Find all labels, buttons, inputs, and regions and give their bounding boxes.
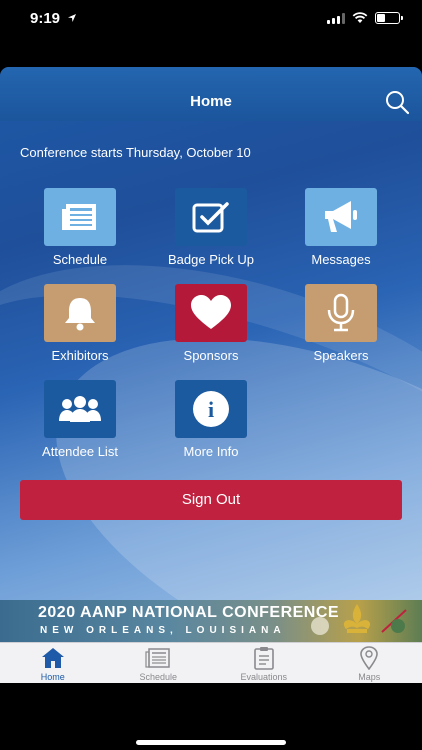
status-time: 9:19 bbox=[30, 10, 77, 27]
fleur-de-lis-icon bbox=[311, 604, 407, 635]
megaphone-icon bbox=[325, 201, 357, 232]
tile-label: Messages bbox=[311, 252, 371, 267]
tile-label: Attendee List bbox=[42, 444, 118, 459]
tab-schedule[interactable]: Schedule bbox=[106, 643, 212, 683]
banner-title: 2020 AANP NATIONAL CONFERENCE bbox=[38, 604, 340, 621]
page-title: Home bbox=[190, 93, 232, 110]
tile-badge-bg bbox=[175, 188, 247, 246]
conference-banner[interactable]: 2020 AANP NATIONAL CONFERENCE NEW ORLEAN… bbox=[0, 600, 422, 642]
tile-badge-pick-up[interactable]: Badge Pick Up bbox=[141, 188, 281, 267]
checkbox-icon bbox=[192, 202, 229, 233]
nav-header: Home bbox=[0, 67, 422, 121]
home-icon bbox=[41, 648, 64, 668]
tile-sponsors[interactable]: Sponsors bbox=[141, 284, 281, 363]
sign-out-button[interactable]: Sign Out bbox=[20, 480, 402, 520]
tab-home[interactable]: Home bbox=[0, 643, 106, 683]
tile-exhibitors-bg bbox=[44, 284, 116, 342]
tile-more-info-bg: i bbox=[175, 380, 247, 438]
microphone-icon bbox=[327, 293, 355, 332]
wifi-icon bbox=[352, 12, 368, 23]
tile-sponsors-bg bbox=[175, 284, 247, 342]
tile-schedule-bg bbox=[44, 188, 116, 246]
tile-more-info[interactable]: i More Info bbox=[141, 380, 281, 459]
tile-speakers[interactable]: Speakers bbox=[271, 284, 411, 363]
tab-label: Home bbox=[40, 672, 65, 682]
location-arrow-icon bbox=[68, 14, 77, 22]
tab-maps[interactable]: Maps bbox=[317, 643, 422, 683]
clock-text: 9:19 bbox=[30, 10, 61, 27]
banner-subtitle: NEW ORLEANS, LOUISIANA bbox=[40, 625, 286, 636]
tab-bar: Home Schedule Evaluations Maps bbox=[0, 642, 422, 683]
heart-icon bbox=[191, 295, 231, 329]
tile-messages-bg bbox=[305, 188, 377, 246]
tile-schedule[interactable]: Schedule bbox=[10, 188, 150, 267]
tile-label: Badge Pick Up bbox=[168, 252, 254, 267]
tile-messages[interactable]: Messages bbox=[271, 188, 411, 267]
battery-icon bbox=[375, 12, 403, 24]
search-icon[interactable] bbox=[384, 89, 410, 115]
tile-label: Exhibitors bbox=[51, 348, 109, 363]
people-icon bbox=[59, 396, 101, 422]
schedule-icon bbox=[145, 648, 170, 668]
clipboard-icon bbox=[253, 647, 274, 670]
bell-icon bbox=[65, 298, 95, 331]
tab-label: Evaluations bbox=[240, 672, 288, 682]
tab-label: Maps bbox=[358, 672, 381, 682]
status-bar: 9:19 bbox=[0, 0, 422, 40]
tile-label: Schedule bbox=[52, 252, 108, 267]
tab-label: Schedule bbox=[139, 672, 178, 682]
tile-exhibitors[interactable]: Exhibitors bbox=[10, 284, 150, 363]
tile-attendee-bg bbox=[44, 380, 116, 438]
tile-label: Sponsors bbox=[183, 348, 239, 363]
map-pin-icon bbox=[360, 646, 379, 670]
tile-attendee-list[interactable]: Attendee List bbox=[10, 380, 150, 459]
tile-label: More Info bbox=[183, 444, 239, 459]
tile-label: Speakers bbox=[313, 348, 369, 363]
conference-notice: Conference starts Thursday, October 10 bbox=[20, 145, 251, 160]
svg-text:i: i bbox=[208, 397, 214, 422]
app-window: Home Conference starts Thursday, October… bbox=[0, 67, 422, 683]
cellular-signal-icon bbox=[327, 12, 345, 24]
tab-evaluations[interactable]: Evaluations bbox=[211, 643, 317, 683]
newspaper-icon bbox=[62, 204, 96, 230]
home-indicator[interactable] bbox=[136, 740, 286, 745]
tile-speakers-bg bbox=[305, 284, 377, 342]
info-icon: i bbox=[193, 391, 229, 427]
